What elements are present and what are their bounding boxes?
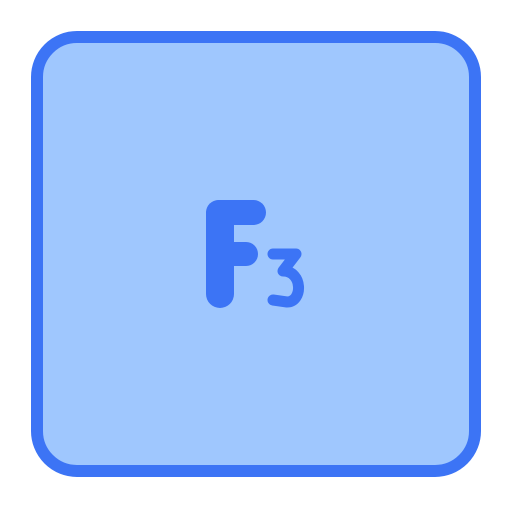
icon-canvas: F 3 <box>0 0 512 512</box>
f3-key-icon <box>31 31 481 477</box>
